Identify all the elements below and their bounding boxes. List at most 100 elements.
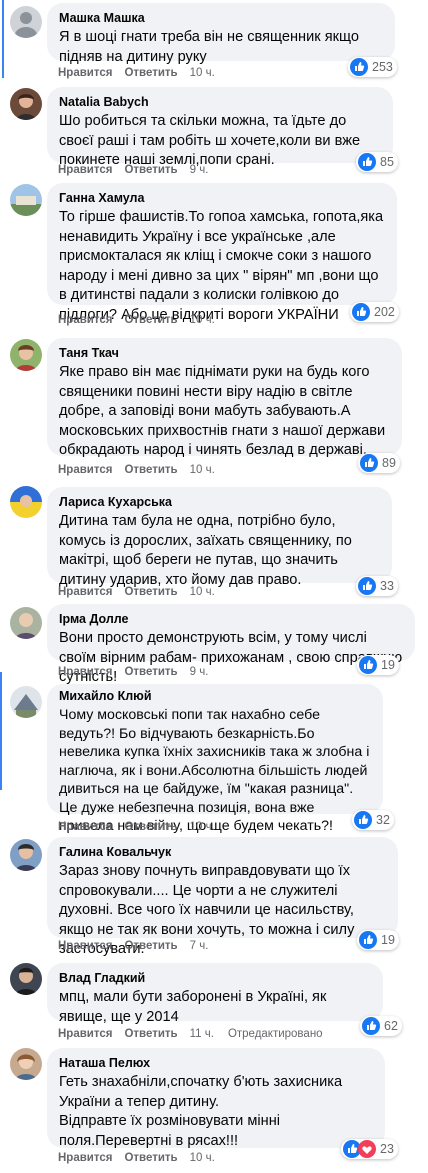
comment-time[interactable]: 10 ч. [190, 1152, 215, 1164]
reaction-count: 32 [376, 813, 390, 827]
comment: Таня Ткач Яке право він має піднімати ру… [0, 335, 428, 480]
comment: Natalia Babych Шо робиться та скільки мо… [0, 84, 428, 180]
comment-time[interactable]: 10 ч. [190, 67, 215, 79]
comment-bubble: Влад Гладкий мпц, мали бути заборонені в… [47, 963, 383, 1025]
reply-button[interactable]: Ответить [124, 1152, 177, 1164]
like-icon [360, 454, 378, 472]
reply-button[interactable]: Ответить [124, 67, 177, 79]
heart-icon [358, 1140, 376, 1158]
reaction-badge[interactable]: 19 [357, 655, 399, 675]
reply-button[interactable]: Ответить [124, 314, 177, 326]
reply-button[interactable]: Ответить [124, 940, 177, 952]
avatar[interactable] [10, 486, 42, 518]
comment-bubble: Natalia Babych Шо робиться та скільки мо… [47, 87, 393, 168]
like-button[interactable]: Нравится [58, 1028, 112, 1040]
comment-text: мпц, мали бути заборонені в Україні, як … [59, 989, 327, 1025]
avatar[interactable] [10, 184, 42, 216]
comment-text: Дитина там була не одна, потрібно було, … [59, 513, 352, 588]
reaction-badge[interactable]: 33 [356, 576, 398, 596]
like-icon [358, 577, 376, 595]
reply-button[interactable]: Ответить [124, 164, 177, 176]
comment-author[interactable]: Ганна Хамула [59, 190, 385, 206]
reaction-count: 89 [382, 456, 396, 470]
comment-bubble: Машка Машка Я в шоці гнати треба він не … [47, 3, 395, 65]
avatar[interactable] [10, 6, 42, 38]
comment-time[interactable]: 7 ч. [190, 940, 209, 952]
reply-button[interactable]: Ответить [124, 464, 177, 476]
comment-text: Я в шоці гнати треба він не священник як… [59, 29, 359, 65]
comment-actions: Нравится Ответить 10 ч. [58, 464, 215, 476]
comment-author[interactable]: Михайло Клюй [59, 688, 371, 704]
comment-time[interactable]: 10 ч. [190, 586, 215, 598]
comment-bubble: Ірма Долле Вони просто демонструють всім… [47, 604, 415, 685]
comment-time[interactable]: 11 ч. [190, 1028, 214, 1040]
avatar[interactable] [10, 339, 42, 371]
comment-text: Вони просто демонструють всім, у тому чи… [59, 630, 403, 685]
like-button[interactable]: Нравится [58, 314, 112, 326]
comment: Наташа Пелюх Геть знахабніли,спочатку б'… [0, 1045, 428, 1173]
comment-bubble: Таня Ткач Яке право він має піднімати ру… [47, 338, 402, 458]
comment-time[interactable]: 10 ч. [190, 821, 215, 833]
comment-actions: Нравится Ответить 10 ч. [58, 67, 215, 79]
comment-time[interactable]: 9 ч. [190, 164, 209, 176]
like-button[interactable]: Нравится [58, 67, 112, 79]
edited-label[interactable]: Отредактировано [228, 1028, 323, 1040]
comment-author[interactable]: Natalia Babych [59, 94, 381, 110]
avatar[interactable] [10, 686, 42, 718]
reply-button[interactable]: Ответить [124, 666, 177, 678]
comment-author[interactable]: Машка Машка [59, 10, 383, 26]
reaction-count: 62 [384, 1019, 398, 1033]
reaction-badge[interactable]: 253 [348, 57, 397, 77]
comment-bubble: Галина Ковальчук Зараз знову почнуть вип… [47, 837, 398, 957]
reply-button[interactable]: Ответить [124, 1028, 177, 1040]
comment-text: То гірше фашистів.То гопоа хамська, гопо… [59, 209, 384, 323]
comment: Влад Гладкий мпц, мали бути заборонені в… [0, 960, 428, 1042]
like-icon [352, 303, 370, 321]
reaction-badge[interactable]: 85 [356, 152, 398, 172]
reaction-badge[interactable]: 202 [350, 302, 399, 322]
comment-bubble: Михайло Клюй Чому московські попи так на… [47, 684, 383, 834]
like-button[interactable]: Нравится [58, 1152, 112, 1164]
reply-button[interactable]: Ответить [124, 586, 177, 598]
reaction-count: 19 [381, 933, 395, 947]
avatar[interactable] [10, 839, 42, 871]
reaction-badge[interactable]: 32 [352, 810, 394, 830]
reaction-badge[interactable]: 23 [341, 1139, 398, 1159]
avatar[interactable] [10, 607, 42, 639]
comment: Галина Ковальчук Зараз знову почнуть вип… [0, 836, 428, 960]
comment-author[interactable]: Таня Ткач [59, 345, 390, 361]
comment-actions: Нравится Ответить 11 ч. Отредактировано [58, 1028, 323, 1040]
comment-time[interactable]: 10 ч. [190, 464, 215, 476]
like-button[interactable]: Нравится [58, 464, 112, 476]
like-icon [358, 153, 376, 171]
comment-author[interactable]: Наташа Пелюх [59, 1055, 373, 1071]
comment-actions: Нравится Ответить 10 ч. [58, 821, 215, 833]
comment-text: Яке право він має піднімати руки на будь… [59, 364, 386, 458]
reaction-count: 202 [374, 305, 395, 319]
like-button[interactable]: Нравится [58, 666, 112, 678]
reaction-badge[interactable]: 19 [357, 930, 399, 950]
reply-button[interactable]: Ответить [124, 821, 177, 833]
comment-author[interactable]: Лариса Кухарська [59, 494, 380, 510]
comment-actions: Нравится Ответить 10 ч. [58, 586, 215, 598]
reaction-count: 85 [380, 155, 394, 169]
comment-time[interactable]: 10 ч. [190, 314, 215, 326]
reaction-count: 19 [381, 658, 395, 672]
like-icon [362, 1017, 380, 1035]
reaction-badge[interactable]: 62 [360, 1016, 402, 1036]
comment-bubble: Ганна Хамула То гірше фашистів.То гопоа … [47, 183, 397, 323]
comment: Ірма Долле Вони просто демонструють всім… [0, 603, 428, 685]
comment-bubble: Лариса Кухарська Дитина там була не одна… [47, 487, 392, 588]
reaction-badge[interactable]: 89 [358, 453, 400, 473]
avatar[interactable] [10, 963, 42, 995]
comment-time[interactable]: 9 ч. [190, 666, 209, 678]
comment-author[interactable]: Галина Ковальчук [59, 844, 386, 860]
like-button[interactable]: Нравится [58, 164, 112, 176]
avatar[interactable] [10, 88, 42, 120]
comment-author[interactable]: Влад Гладкий [59, 970, 371, 986]
avatar[interactable] [10, 1048, 42, 1080]
like-button[interactable]: Нравится [58, 821, 112, 833]
comment-author[interactable]: Ірма Долле [59, 611, 403, 627]
like-button[interactable]: Нравится [58, 586, 112, 598]
like-button[interactable]: Нравится [58, 940, 112, 952]
